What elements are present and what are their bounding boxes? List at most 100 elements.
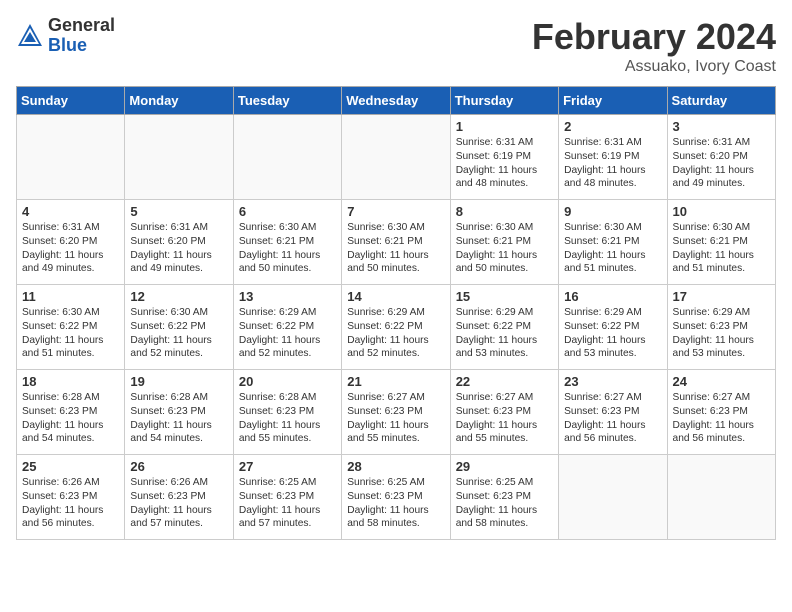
calendar-cell: 10Sunrise: 6:30 AMSunset: 6:21 PMDayligh… xyxy=(667,200,775,285)
logo: General Blue xyxy=(16,16,115,56)
day-number: 23 xyxy=(564,374,661,389)
calendar-cell: 3 Sunrise: 6:31 AMSunset: 6:20 PMDaylight… xyxy=(667,115,775,200)
cell-content: Sunrise: 6:29 AMSunset: 6:23 PMDaylight:… xyxy=(673,306,770,361)
day-number: 17 xyxy=(673,289,770,304)
cell-content: Sunrise: 6:29 AMSunset: 6:22 PMDaylight:… xyxy=(456,306,553,361)
header-row: SundayMondayTuesdayWednesdayThursdayFrid… xyxy=(17,87,776,115)
calendar-week-row: 18 Sunrise: 6:28 AMSunset: 6:23 PMDayligh… xyxy=(17,370,776,455)
cell-content: Sunrise: 6:27 AMSunset: 6:23 PMDaylight:… xyxy=(673,391,770,446)
cell-content: Sunrise: 6:31 AMSunset: 6:19 PMDaylight:… xyxy=(456,136,553,191)
calendar-cell: 22 Sunrise: 6:27 AMSunset: 6:23 PMDayligh… xyxy=(450,370,558,455)
calendar-cell: 9Sunrise: 6:30 AMSunset: 6:21 PMDaylight… xyxy=(559,200,667,285)
calendar-table: SundayMondayTuesdayWednesdayThursdayFrid… xyxy=(16,86,776,540)
cell-content: Sunrise: 6:30 AMSunset: 6:21 PMDaylight:… xyxy=(456,221,553,276)
calendar-cell: 23 Sunrise: 6:27 AMSunset: 6:23 PMDayligh… xyxy=(559,370,667,455)
day-number: 3 xyxy=(673,119,770,134)
logo-text: General Blue xyxy=(48,16,115,56)
day-number: 8 xyxy=(456,204,553,219)
cell-content: Sunrise: 6:25 AMSunset: 6:23 PMDaylight:… xyxy=(456,476,553,531)
cell-content: Sunrise: 6:29 AMSunset: 6:22 PMDaylight:… xyxy=(239,306,336,361)
calendar-cell xyxy=(17,115,125,200)
calendar-cell: 13 Sunrise: 6:29 AMSunset: 6:22 PMDayligh… xyxy=(233,285,341,370)
calendar-cell: 15 Sunrise: 6:29 AMSunset: 6:22 PMDayligh… xyxy=(450,285,558,370)
day-of-week-header: Friday xyxy=(559,87,667,115)
cell-content: Sunrise: 6:27 AMSunset: 6:23 PMDaylight:… xyxy=(564,391,661,446)
cell-content: Sunrise: 6:30 AMSunset: 6:21 PMDaylight:… xyxy=(239,221,336,276)
day-number: 16 xyxy=(564,289,661,304)
day-number: 26 xyxy=(130,459,227,474)
day-number: 9 xyxy=(564,204,661,219)
day-number: 25 xyxy=(22,459,119,474)
calendar-cell: 17 Sunrise: 6:29 AMSunset: 6:23 PMDayligh… xyxy=(667,285,775,370)
calendar-cell xyxy=(559,455,667,540)
day-number: 27 xyxy=(239,459,336,474)
day-number: 15 xyxy=(456,289,553,304)
calendar-cell: 7Sunrise: 6:30 AMSunset: 6:21 PMDaylight… xyxy=(342,200,450,285)
calendar-cell: 11 Sunrise: 6:30 AMSunset: 6:22 PMDayligh… xyxy=(17,285,125,370)
day-number: 10 xyxy=(673,204,770,219)
calendar-cell xyxy=(342,115,450,200)
calendar-body: 1 Sunrise: 6:31 AMSunset: 6:19 PMDaylight… xyxy=(17,115,776,540)
calendar-week-row: 25 Sunrise: 6:26 AMSunset: 6:23 PMDayligh… xyxy=(17,455,776,540)
cell-content: Sunrise: 6:28 AMSunset: 6:23 PMDaylight:… xyxy=(239,391,336,446)
day-number: 4 xyxy=(22,204,119,219)
calendar-cell: 12 Sunrise: 6:30 AMSunset: 6:22 PMDayligh… xyxy=(125,285,233,370)
day-of-week-header: Thursday xyxy=(450,87,558,115)
calendar-cell: 14 Sunrise: 6:29 AMSunset: 6:22 PMDayligh… xyxy=(342,285,450,370)
day-number: 13 xyxy=(239,289,336,304)
cell-content: Sunrise: 6:31 AMSunset: 6:19 PMDaylight:… xyxy=(564,136,661,191)
cell-content: Sunrise: 6:29 AMSunset: 6:22 PMDaylight:… xyxy=(564,306,661,361)
day-number: 24 xyxy=(673,374,770,389)
page-header: General Blue February 2024 Assuako, Ivor… xyxy=(16,16,776,76)
cell-content: Sunrise: 6:28 AMSunset: 6:23 PMDaylight:… xyxy=(22,391,119,446)
day-number: 11 xyxy=(22,289,119,304)
day-of-week-header: Saturday xyxy=(667,87,775,115)
day-of-week-header: Sunday xyxy=(17,87,125,115)
title-block: February 2024 Assuako, Ivory Coast xyxy=(532,16,776,76)
calendar-cell: 2 Sunrise: 6:31 AMSunset: 6:19 PMDaylight… xyxy=(559,115,667,200)
cell-content: Sunrise: 6:27 AMSunset: 6:23 PMDaylight:… xyxy=(456,391,553,446)
day-number: 22 xyxy=(456,374,553,389)
calendar-cell: 1 Sunrise: 6:31 AMSunset: 6:19 PMDaylight… xyxy=(450,115,558,200)
calendar-cell: 29Sunrise: 6:25 AMSunset: 6:23 PMDayligh… xyxy=(450,455,558,540)
calendar-cell: 6Sunrise: 6:30 AMSunset: 6:21 PMDaylight… xyxy=(233,200,341,285)
day-number: 28 xyxy=(347,459,444,474)
day-number: 21 xyxy=(347,374,444,389)
cell-content: Sunrise: 6:30 AMSunset: 6:22 PMDaylight:… xyxy=(22,306,119,361)
location: Assuako, Ivory Coast xyxy=(532,58,776,76)
day-number: 1 xyxy=(456,119,553,134)
calendar-week-row: 1 Sunrise: 6:31 AMSunset: 6:19 PMDaylight… xyxy=(17,115,776,200)
day-number: 14 xyxy=(347,289,444,304)
logo-blue: Blue xyxy=(48,36,115,56)
month-year: February 2024 xyxy=(532,16,776,58)
cell-content: Sunrise: 6:26 AMSunset: 6:23 PMDaylight:… xyxy=(130,476,227,531)
day-number: 18 xyxy=(22,374,119,389)
cell-content: Sunrise: 6:31 AMSunset: 6:20 PMDaylight:… xyxy=(22,221,119,276)
calendar-cell: 19 Sunrise: 6:28 AMSunset: 6:23 PMDayligh… xyxy=(125,370,233,455)
day-number: 2 xyxy=(564,119,661,134)
calendar-cell: 28Sunrise: 6:25 AMSunset: 6:23 PMDayligh… xyxy=(342,455,450,540)
calendar-cell: 4 Sunrise: 6:31 AMSunset: 6:20 PMDaylight… xyxy=(17,200,125,285)
calendar-week-row: 4 Sunrise: 6:31 AMSunset: 6:20 PMDaylight… xyxy=(17,200,776,285)
day-number: 12 xyxy=(130,289,227,304)
day-number: 20 xyxy=(239,374,336,389)
calendar-week-row: 11 Sunrise: 6:30 AMSunset: 6:22 PMDayligh… xyxy=(17,285,776,370)
calendar-header: SundayMondayTuesdayWednesdayThursdayFrid… xyxy=(17,87,776,115)
day-number: 5 xyxy=(130,204,227,219)
day-number: 19 xyxy=(130,374,227,389)
cell-content: Sunrise: 6:29 AMSunset: 6:22 PMDaylight:… xyxy=(347,306,444,361)
day-of-week-header: Monday xyxy=(125,87,233,115)
calendar-cell: 27Sunrise: 6:25 AMSunset: 6:23 PMDayligh… xyxy=(233,455,341,540)
day-of-week-header: Wednesday xyxy=(342,87,450,115)
day-of-week-header: Tuesday xyxy=(233,87,341,115)
calendar-cell: 5 Sunrise: 6:31 AMSunset: 6:20 PMDaylight… xyxy=(125,200,233,285)
calendar-cell: 21 Sunrise: 6:27 AMSunset: 6:23 PMDayligh… xyxy=(342,370,450,455)
cell-content: Sunrise: 6:28 AMSunset: 6:23 PMDaylight:… xyxy=(130,391,227,446)
cell-content: Sunrise: 6:31 AMSunset: 6:20 PMDaylight:… xyxy=(130,221,227,276)
cell-content: Sunrise: 6:27 AMSunset: 6:23 PMDaylight:… xyxy=(347,391,444,446)
calendar-cell: 8 Sunrise: 6:30 AMSunset: 6:21 PMDaylight… xyxy=(450,200,558,285)
cell-content: Sunrise: 6:31 AMSunset: 6:20 PMDaylight:… xyxy=(673,136,770,191)
cell-content: Sunrise: 6:30 AMSunset: 6:21 PMDaylight:… xyxy=(347,221,444,276)
calendar-cell xyxy=(233,115,341,200)
cell-content: Sunrise: 6:30 AMSunset: 6:22 PMDaylight:… xyxy=(130,306,227,361)
